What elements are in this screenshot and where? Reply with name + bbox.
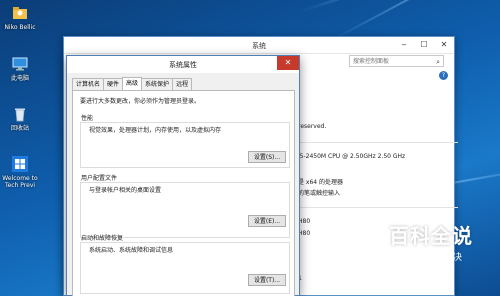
tab-hardware[interactable]: 硬件	[103, 78, 124, 90]
performance-settings-button[interactable]: 设置(S)...	[248, 151, 286, 163]
desktop-icon-welcome[interactable]: Welcome to Tech Previ	[2, 155, 38, 189]
group-description: 系统启动、系统故障和调试信息	[89, 247, 174, 254]
desktop-icon-recycle-bin[interactable]: 回收站	[2, 105, 38, 132]
system-type-value: 是 x64 的处理器	[298, 179, 344, 186]
group-title: 启动和故障恢复	[81, 235, 124, 242]
desktop-icon-label: Niko Bellic	[4, 24, 36, 31]
watermark: 百科全说 助你轻松解决	[376, 220, 486, 263]
tab-computer-name[interactable]: 计算机名	[72, 78, 105, 90]
minimize-button[interactable]: ‒	[394, 37, 414, 53]
help-icon[interactable]: ?	[439, 71, 448, 80]
performance-group: 性能 视觉效果，处理器计划，内存使用，以及虚拟内存 设置(S)...	[80, 113, 290, 169]
tab-remote[interactable]: 远程	[172, 78, 193, 90]
computer-icon	[12, 57, 28, 71]
search-input[interactable]: 搜索控制面板 ⌕	[349, 55, 444, 67]
watermark-title: 百科全说	[389, 224, 473, 248]
user-folder-icon	[13, 7, 27, 19]
desktop-icon-user[interactable]: Niko Bellic	[2, 4, 38, 31]
desktop-icon-label: 此电脑	[10, 75, 29, 82]
divider	[298, 142, 458, 143]
watermark-subtitle: 助你轻松解决	[397, 253, 464, 263]
search-placeholder: 搜索控制面板	[353, 58, 390, 65]
group-description: 视觉效果，处理器计划，内存使用，以及虚拟内存	[89, 127, 222, 134]
startup-recovery-settings-button[interactable]: 设置(T)...	[248, 274, 286, 286]
advanced-panel: 要进行大多数更改，你必须作为管理员登录。 性能 视觉效果，处理器计划，内存使用，…	[72, 90, 295, 296]
pen-touch-value: 的笔或触控输入	[298, 190, 341, 197]
system-window-titlebar[interactable]: 系统 ‒ ☐ ✕	[64, 37, 454, 54]
windows-logo-icon	[12, 156, 28, 172]
group-title: 用户配置文件	[81, 175, 118, 182]
user-profiles-settings-button[interactable]: 设置(E)...	[248, 215, 286, 227]
maximize-button[interactable]: ☐	[414, 37, 434, 53]
dialog-titlebar[interactable]: 系统属性 ✕	[67, 56, 299, 73]
tab-strip: 计算机名 硬件 高级 系统保护 远程	[72, 77, 193, 90]
startup-recovery-group: 启动和故障恢复 系统启动、系统故障和调试信息 设置(T)...	[80, 233, 290, 294]
dialog-close-button[interactable]: ✕	[277, 56, 299, 70]
desktop-icon-label: Welcome to Tech Previ	[2, 175, 38, 189]
search-icon[interactable]: ⌕	[436, 57, 440, 68]
copyright-text: reserved.	[298, 123, 327, 130]
recycle-bin-icon	[15, 108, 25, 122]
admin-note: 要进行大多数更改，你必须作为管理员登录。	[80, 98, 201, 105]
group-description: 与登录帐户相关的桌面设置	[89, 187, 162, 194]
close-button[interactable]: ✕	[434, 37, 454, 53]
tab-system-protection[interactable]: 系统保护	[141, 78, 174, 90]
user-profiles-group: 用户配置文件 与登录帐户相关的桌面设置 设置(E)...	[80, 173, 290, 238]
divider	[298, 207, 458, 208]
system-properties-dialog: 系统属性 ✕ 计算机名 硬件 高级 系统保护 远程 要进行大多数更改，你必须作为…	[66, 55, 300, 296]
tab-advanced[interactable]: 高级	[122, 77, 143, 90]
group-title: 性能	[81, 115, 94, 122]
desktop-icon-this-pc[interactable]: 此电脑	[2, 55, 38, 82]
desktop-icon-label: 回收站	[10, 125, 29, 132]
dialog-title: 系统属性	[169, 61, 197, 69]
processor-value: i5-2450M CPU @ 2.50GHz 2.50 GHz	[298, 153, 406, 160]
